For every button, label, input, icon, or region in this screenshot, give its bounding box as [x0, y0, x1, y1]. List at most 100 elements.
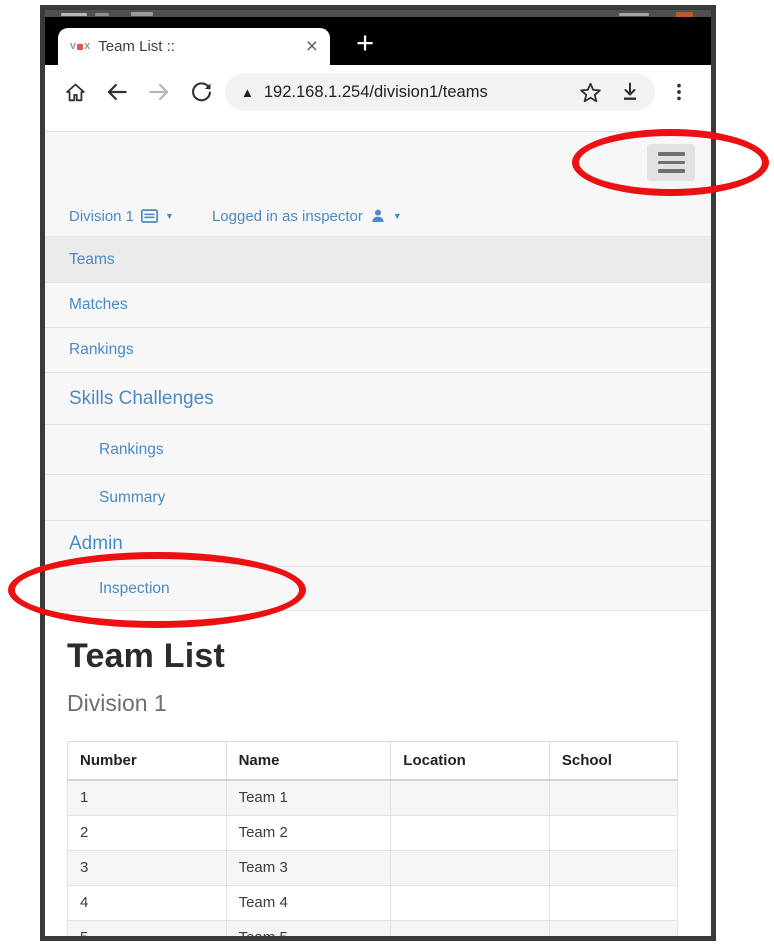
reload-button[interactable] — [181, 72, 221, 112]
cell-location — [390, 919, 550, 936]
status-notification-icon — [131, 12, 153, 16]
chevron-down-icon: ▼ — [392, 211, 402, 221]
cell-name: Team 5 — [225, 919, 392, 936]
nav-item-rankings[interactable]: Rankings — [45, 327, 711, 372]
vex-favicon-icon: v x — [70, 41, 90, 52]
cell-school — [548, 779, 679, 816]
division-dropdown[interactable]: Division 1 ▼ — [69, 208, 174, 225]
tab-title: Team List :: — [98, 38, 175, 55]
table-row: 3 Team 3 — [67, 849, 679, 886]
cell-number: 2 — [67, 814, 227, 851]
nav-item-inspection[interactable]: Inspection — [45, 566, 711, 611]
three-dots-icon — [677, 83, 681, 101]
browser-toolbar: ▲ 192.168.1.254/division1/teams — [45, 65, 711, 119]
cell-location — [390, 814, 550, 851]
cell-number: 5 — [67, 919, 227, 936]
cell-name: Team 1 — [225, 779, 392, 816]
nav-label: Rankings — [99, 440, 164, 458]
cell-name: Team 4 — [225, 884, 392, 921]
context-row: Division 1 ▼ Logged in as inspector ▼ — [45, 196, 711, 236]
nav-label: Skills Challenges — [69, 387, 214, 409]
nav-label: Admin — [69, 532, 123, 554]
back-button[interactable] — [97, 72, 137, 112]
nav-item-skills-rankings[interactable]: Rankings — [45, 424, 711, 474]
chevron-down-icon: ▼ — [165, 211, 174, 221]
nav-item-skills-challenges[interactable]: Skills Challenges — [45, 372, 711, 424]
favicon-letter: x — [84, 40, 91, 52]
page-top-gap — [45, 119, 711, 131]
site-navigation: Division 1 ▼ Logged in as inspector ▼ Te… — [45, 131, 711, 611]
nav-label: Matches — [69, 296, 128, 313]
favicon-letter: v — [70, 40, 77, 52]
star-icon — [579, 82, 601, 102]
team-list-table: Number Name Location School 1 Team 1 2 T… — [67, 741, 679, 936]
logged-in-label: Logged in as inspector — [211, 207, 363, 225]
forward-button[interactable] — [139, 72, 179, 112]
column-header-number: Number — [67, 741, 227, 781]
status-battery-icon — [676, 12, 693, 17]
page-subtitle: Division 1 — [67, 690, 167, 716]
status-time-fragment — [61, 13, 87, 16]
user-icon — [372, 209, 384, 222]
new-tab-button[interactable]: + — [356, 27, 374, 58]
column-header-name: Name — [225, 741, 392, 781]
url-bar[interactable]: ▲ 192.168.1.254/division1/teams — [225, 73, 655, 111]
browser-window: v x Team List :: × + ▲ 192.168.1.254/div… — [40, 5, 716, 941]
user-dropdown[interactable]: Logged in as inspector ▼ — [212, 208, 402, 225]
android-status-bar — [45, 10, 711, 17]
table-row: 2 Team 2 — [67, 814, 679, 851]
reload-icon — [191, 81, 211, 101]
cell-location — [390, 779, 550, 816]
home-icon — [65, 83, 85, 101]
home-button[interactable] — [55, 72, 95, 112]
favicon-red-dot — [77, 43, 84, 50]
status-time-fragment — [95, 13, 109, 16]
main-content: Team List Division 1 Number Name Locatio… — [45, 611, 711, 936]
nav-label: Inspection — [99, 579, 170, 597]
cell-location — [390, 884, 550, 921]
nav-item-skills-summary[interactable]: Summary — [45, 474, 711, 520]
hamburger-bar — [657, 169, 685, 173]
bookmark-button[interactable] — [575, 77, 605, 107]
url-text[interactable]: 192.168.1.254/division1/teams — [264, 83, 565, 102]
column-header-location: Location — [390, 741, 550, 781]
nav-label: Rankings — [69, 341, 134, 358]
cell-location — [390, 849, 550, 886]
download-icon — [624, 82, 636, 100]
tab-close-icon[interactable]: × — [304, 36, 320, 57]
forward-arrow-icon — [149, 83, 169, 101]
table-row: 4 Team 4 — [67, 884, 679, 921]
table-row: 1 Team 1 — [67, 779, 679, 816]
cell-school — [548, 919, 679, 936]
display-list-icon — [141, 208, 159, 223]
nav-item-admin[interactable]: Admin — [45, 520, 711, 566]
hamburger-menu-button[interactable] — [647, 144, 695, 181]
cell-school — [548, 884, 679, 921]
cell-number: 3 — [67, 849, 227, 886]
nav-label: Summary — [99, 488, 166, 506]
back-arrow-icon — [107, 83, 127, 101]
nav-item-matches[interactable]: Matches — [45, 282, 711, 327]
cell-name: Team 3 — [225, 849, 392, 886]
download-button[interactable] — [615, 77, 645, 107]
table-row: 5 Team 5 — [67, 919, 679, 936]
status-signal-fragment — [619, 13, 649, 16]
column-header-school: School — [548, 741, 679, 781]
not-secure-warning-icon: ▲ — [241, 84, 254, 100]
hamburger-bar — [657, 160, 685, 165]
screenshot-canvas: v x Team List :: × + ▲ 192.168.1.254/div… — [0, 0, 774, 947]
cell-name: Team 2 — [225, 814, 392, 851]
cell-school — [548, 849, 679, 886]
browser-menu-button[interactable] — [659, 72, 699, 112]
page-title: Team List — [67, 637, 225, 675]
menu-bar — [45, 132, 711, 196]
table-header-row: Number Name Location School — [67, 741, 679, 781]
cell-number: 1 — [67, 779, 227, 816]
cell-school — [548, 814, 679, 851]
division-label: Division 1 — [69, 207, 135, 225]
hamburger-bar — [657, 152, 685, 156]
tab-team-list[interactable]: v x Team List :: × — [58, 28, 330, 65]
nav-item-teams[interactable]: Teams — [45, 236, 711, 282]
tab-strip: v x Team List :: × + — [45, 17, 711, 65]
cell-number: 4 — [67, 884, 227, 921]
